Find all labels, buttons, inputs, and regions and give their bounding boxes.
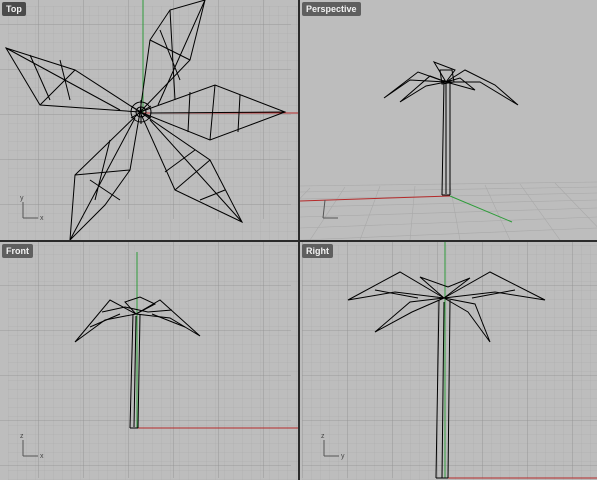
top-view-canvas[interactable]: x y <box>0 0 298 240</box>
viewport-label-top[interactable]: Top <box>2 2 26 16</box>
viewport-front[interactable]: z x Front <box>0 242 298 480</box>
perspective-view-canvas[interactable] <box>300 0 597 240</box>
right-view-canvas[interactable]: z y <box>300 242 597 480</box>
gizmo-x-label: x <box>40 215 44 222</box>
front-view-canvas[interactable]: z x <box>0 242 298 480</box>
viewport-label-front[interactable]: Front <box>2 244 33 258</box>
viewport-label-right[interactable]: Right <box>302 244 333 258</box>
gizmo-z-label: z <box>20 433 24 440</box>
viewport-label-perspective[interactable]: Perspective <box>302 2 361 16</box>
viewport-perspective[interactable]: Perspective <box>300 0 597 240</box>
gizmo-y-label: y <box>341 453 345 460</box>
gizmo-y-label: y <box>20 195 24 202</box>
gizmo-x-label: x <box>40 453 44 460</box>
viewport-right[interactable]: z y Right <box>300 242 597 480</box>
gizmo-z-label: z <box>321 433 325 440</box>
viewport-top[interactable]: x y Top <box>0 0 298 240</box>
